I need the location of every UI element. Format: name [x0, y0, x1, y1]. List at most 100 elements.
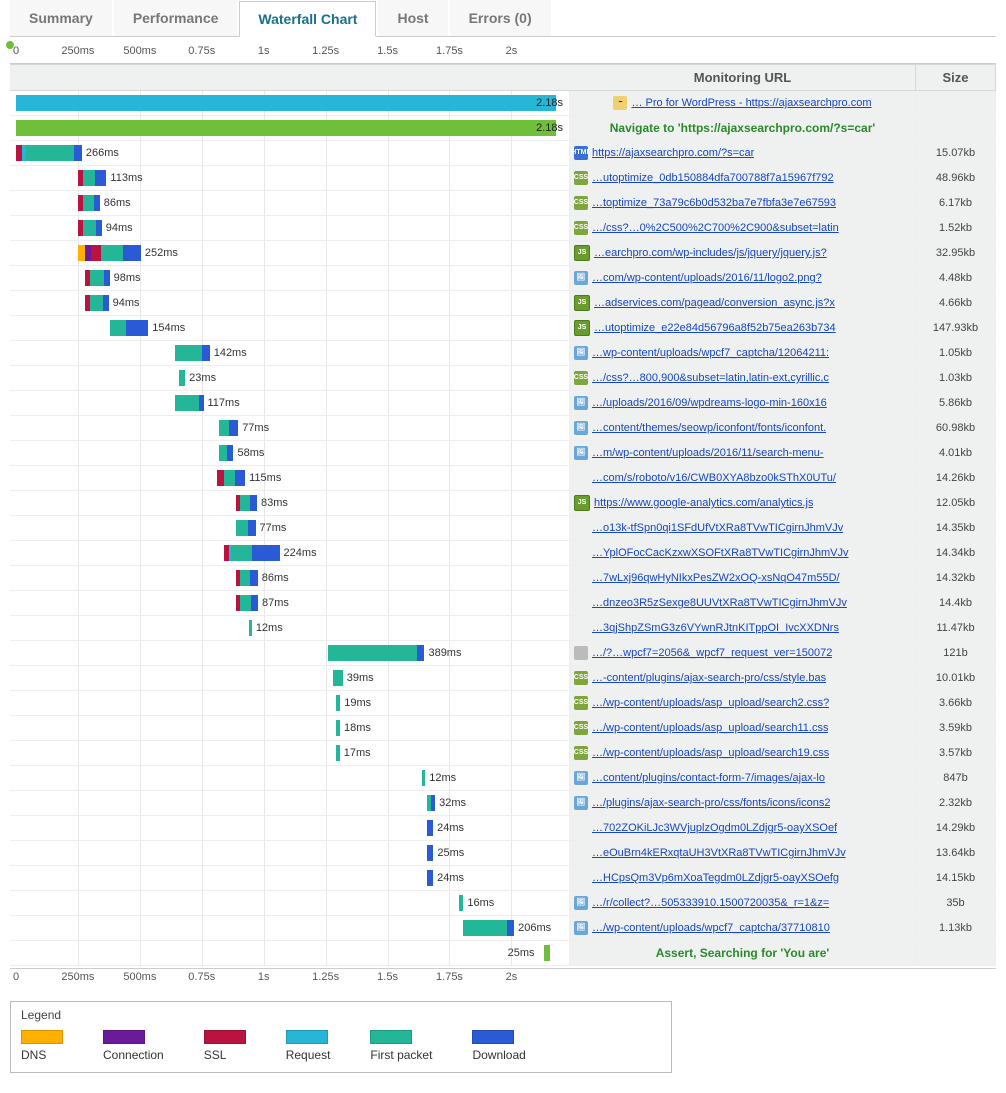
waterfall-bar-cell: 94ms [10, 216, 570, 241]
waterfall-bar-cell: 86ms [10, 566, 570, 591]
request-url-link[interactable]: …YplOFocCacKzxwXSOFtXRa8TVwTICgirnJhmVJv [592, 541, 849, 565]
font-icon [574, 571, 588, 585]
request-url-link[interactable]: …/plugins/ajax-search-pro/css/fonts/icon… [592, 791, 830, 815]
request-url-link[interactable]: …/wp-content/uploads/wpcf7_captcha/37710… [592, 916, 830, 940]
legend-item: SSL [204, 1030, 246, 1062]
request-url-link[interactable]: …com/wp-content/uploads/2016/11/logo2.pn… [592, 266, 822, 290]
request-url-link[interactable]: … Pro for WordPress - https://ajaxsearch… [631, 91, 871, 115]
css-icon: CSS [574, 371, 588, 385]
size-value: 5.86kb [916, 391, 996, 416]
waterfall-bar-cell: 154ms [10, 316, 570, 341]
request-url-link[interactable]: …3qjShpZSmG3z6VYwnRJtnKITppOI_IvcXXDNrs [592, 616, 839, 640]
request-url-link[interactable]: …adservices.com/pagead/conversion_async.… [594, 291, 835, 315]
duration-label: 86ms [100, 195, 131, 211]
bar-segment [90, 270, 104, 286]
bar-segment [235, 470, 245, 486]
waterfall-bar-cell: 32ms [10, 791, 570, 816]
request-url-link[interactable]: …o13k-tfSpn0qi1SFdUfVtXRa8TVwTICgirnJhmV… [592, 516, 843, 540]
bar-segment [333, 670, 343, 686]
bar-segment [224, 470, 235, 486]
bar-segment [83, 170, 95, 186]
duration-label: 115ms [245, 470, 281, 486]
bar-segment [544, 945, 550, 961]
request-url-link[interactable]: …/css?…800,900&subset=latin,latin-ext,cy… [592, 366, 829, 390]
size-value: 35b [916, 891, 996, 916]
duration-label: 18ms [340, 720, 371, 736]
duration-label: 117ms [204, 395, 240, 411]
request-url-link[interactable]: …/uploads/2016/09/wpdreams-logo-min-160x… [592, 391, 827, 415]
tab-waterfall-chart[interactable]: Waterfall Chart [239, 1, 376, 37]
js-icon: JS [574, 245, 590, 261]
url-cell: …YplOFocCacKzxwXSOFtXRa8TVwTICgirnJhmVJv [570, 541, 916, 566]
request-url-link[interactable]: …dnzeo3R5zSexge8UUVtXRa8TVwTICgirnJhmVJv [592, 591, 847, 615]
duration-label: 113ms [106, 170, 142, 186]
request-url-link[interactable]: …/wp-content/uploads/asp_upload/search11… [592, 716, 828, 740]
duration-label: 94ms [109, 295, 140, 311]
url-cell: …o13k-tfSpn0qi1SFdUfVtXRa8TVwTICgirnJhmV… [570, 516, 916, 541]
request-url-link[interactable]: …m/wp-content/uploads/2016/11/search-men… [592, 441, 824, 465]
duration-label: 32ms [435, 795, 466, 811]
axis-tick: 1.25s [312, 971, 339, 983]
axis-tick: 1.75s [436, 971, 463, 983]
duration-label: 2.18s [532, 120, 563, 136]
request-url-link[interactable]: https://ajaxsearchpro.com/?s=car [592, 141, 754, 165]
url-cell: …702ZOKiLJc3WVjuplzOgdm0LZdjgr5-oayXSOef [570, 816, 916, 841]
duration-label: 86ms [258, 570, 289, 586]
waterfall-bar-cell: 86ms [10, 191, 570, 216]
request-url-link[interactable]: …utoptimize_0db150884dfa700788f7a15967f7… [592, 166, 834, 190]
tab-host[interactable]: Host [378, 0, 447, 36]
size-value: 1.52kb [916, 216, 996, 241]
bar-segment [250, 495, 257, 511]
duration-label: 252ms [141, 245, 178, 261]
request-url-link[interactable]: …702ZOKiLJc3WVjuplzOgdm0LZdjgr5-oayXSOef [592, 816, 837, 840]
request-url-link[interactable]: …/?…wpcf7=2056&_wpcf7_request_ver=150072 [592, 641, 832, 665]
size-value [916, 941, 996, 966]
axis-tick: 250ms [61, 971, 94, 983]
request-url-link[interactable]: …com/s/roboto/v16/CWB0XYA8bzo0kSThX0UTu/ [592, 466, 836, 490]
waterfall-bar-cell: 113ms [10, 166, 570, 191]
waterfall-bar-cell: 389ms [10, 641, 570, 666]
request-url-link[interactable]: …wp-content/uploads/wpcf7_captcha/120642… [592, 341, 829, 365]
request-url-link[interactable]: …toptimize_73a79c6b0d532ba7e7fbfa3e7e675… [592, 191, 836, 215]
request-url-link[interactable]: …/r/collect?…505333910.1500720035&_r=1&z… [592, 891, 829, 915]
legend-item: DNS [21, 1030, 63, 1062]
duration-label: 94ms [102, 220, 133, 236]
waterfall-bar-cell: 117ms [10, 391, 570, 416]
legend-label: SSL [204, 1048, 227, 1062]
duration-label: 2.18s [532, 95, 563, 111]
legend-label: DNS [21, 1048, 46, 1062]
legend-swatch-icon [21, 1030, 63, 1044]
request-url-link[interactable]: …eOuBrn4kERxqtaUH3VtXRa8TVwTICgirnJhmVJv [592, 841, 846, 865]
tab-errors-0-[interactable]: Errors (0) [450, 0, 551, 36]
url-cell: 🖼…/wp-content/uploads/wpcf7_captcha/3771… [570, 916, 916, 941]
size-value: 847b [916, 766, 996, 791]
request-url-link[interactable]: …/wp-content/uploads/asp_upload/search2.… [592, 691, 829, 715]
waterfall-bar-cell: 266ms [10, 141, 570, 166]
request-url-link[interactable]: https://www.google-analytics.com/analyti… [594, 491, 813, 515]
request-url-link[interactable]: …/css?…0%2C500%2C700%2C900&subset=latin [592, 216, 839, 240]
duration-label: 16ms [463, 895, 494, 911]
url-cell: CSS…/wp-content/uploads/asp_upload/searc… [570, 741, 916, 766]
bar-segment [240, 595, 250, 611]
bar-segment [240, 495, 249, 511]
request-url-link[interactable]: …earchpro.com/wp-includes/js/jquery/jque… [594, 241, 827, 265]
font-icon [574, 871, 588, 885]
request-url-link[interactable]: …content/themes/seowp/iconfont/fonts/ico… [592, 416, 826, 440]
bar-segment [123, 245, 140, 261]
waterfall-table: Monitoring URL Size 2.18s−… Pro for Word… [10, 64, 996, 966]
url-cell: −… Pro for WordPress - https://ajaxsearc… [570, 91, 916, 116]
bar-segment [252, 545, 279, 561]
tab-performance[interactable]: Performance [114, 0, 238, 36]
tab-summary[interactable]: Summary [10, 0, 112, 36]
axis-tick: 0.75s [188, 971, 215, 983]
request-url-link[interactable]: …7wLxj96qwHyNIkxPesZW2xOQ-xsNqO47m55D/ [592, 566, 840, 590]
img-icon: 🖼 [574, 771, 588, 785]
request-url-link[interactable]: …-content/plugins/ajax-search-pro/css/st… [592, 666, 826, 690]
request-url-link[interactable]: …/wp-content/uploads/asp_upload/search19… [592, 741, 829, 765]
request-url-link[interactable]: …HCpsQm3Vp6mXoaTegdm0LZdjgr5-oayXSOefg [592, 866, 839, 890]
duration-label: 17ms [340, 745, 371, 761]
js-icon: JS [574, 295, 590, 311]
request-url-link[interactable]: …utoptimize_e22e84d56796a8f52b75ea263b73… [594, 316, 836, 340]
request-url-link[interactable]: …content/plugins/contact-form-7/images/a… [592, 766, 825, 790]
bar-segment [251, 595, 258, 611]
